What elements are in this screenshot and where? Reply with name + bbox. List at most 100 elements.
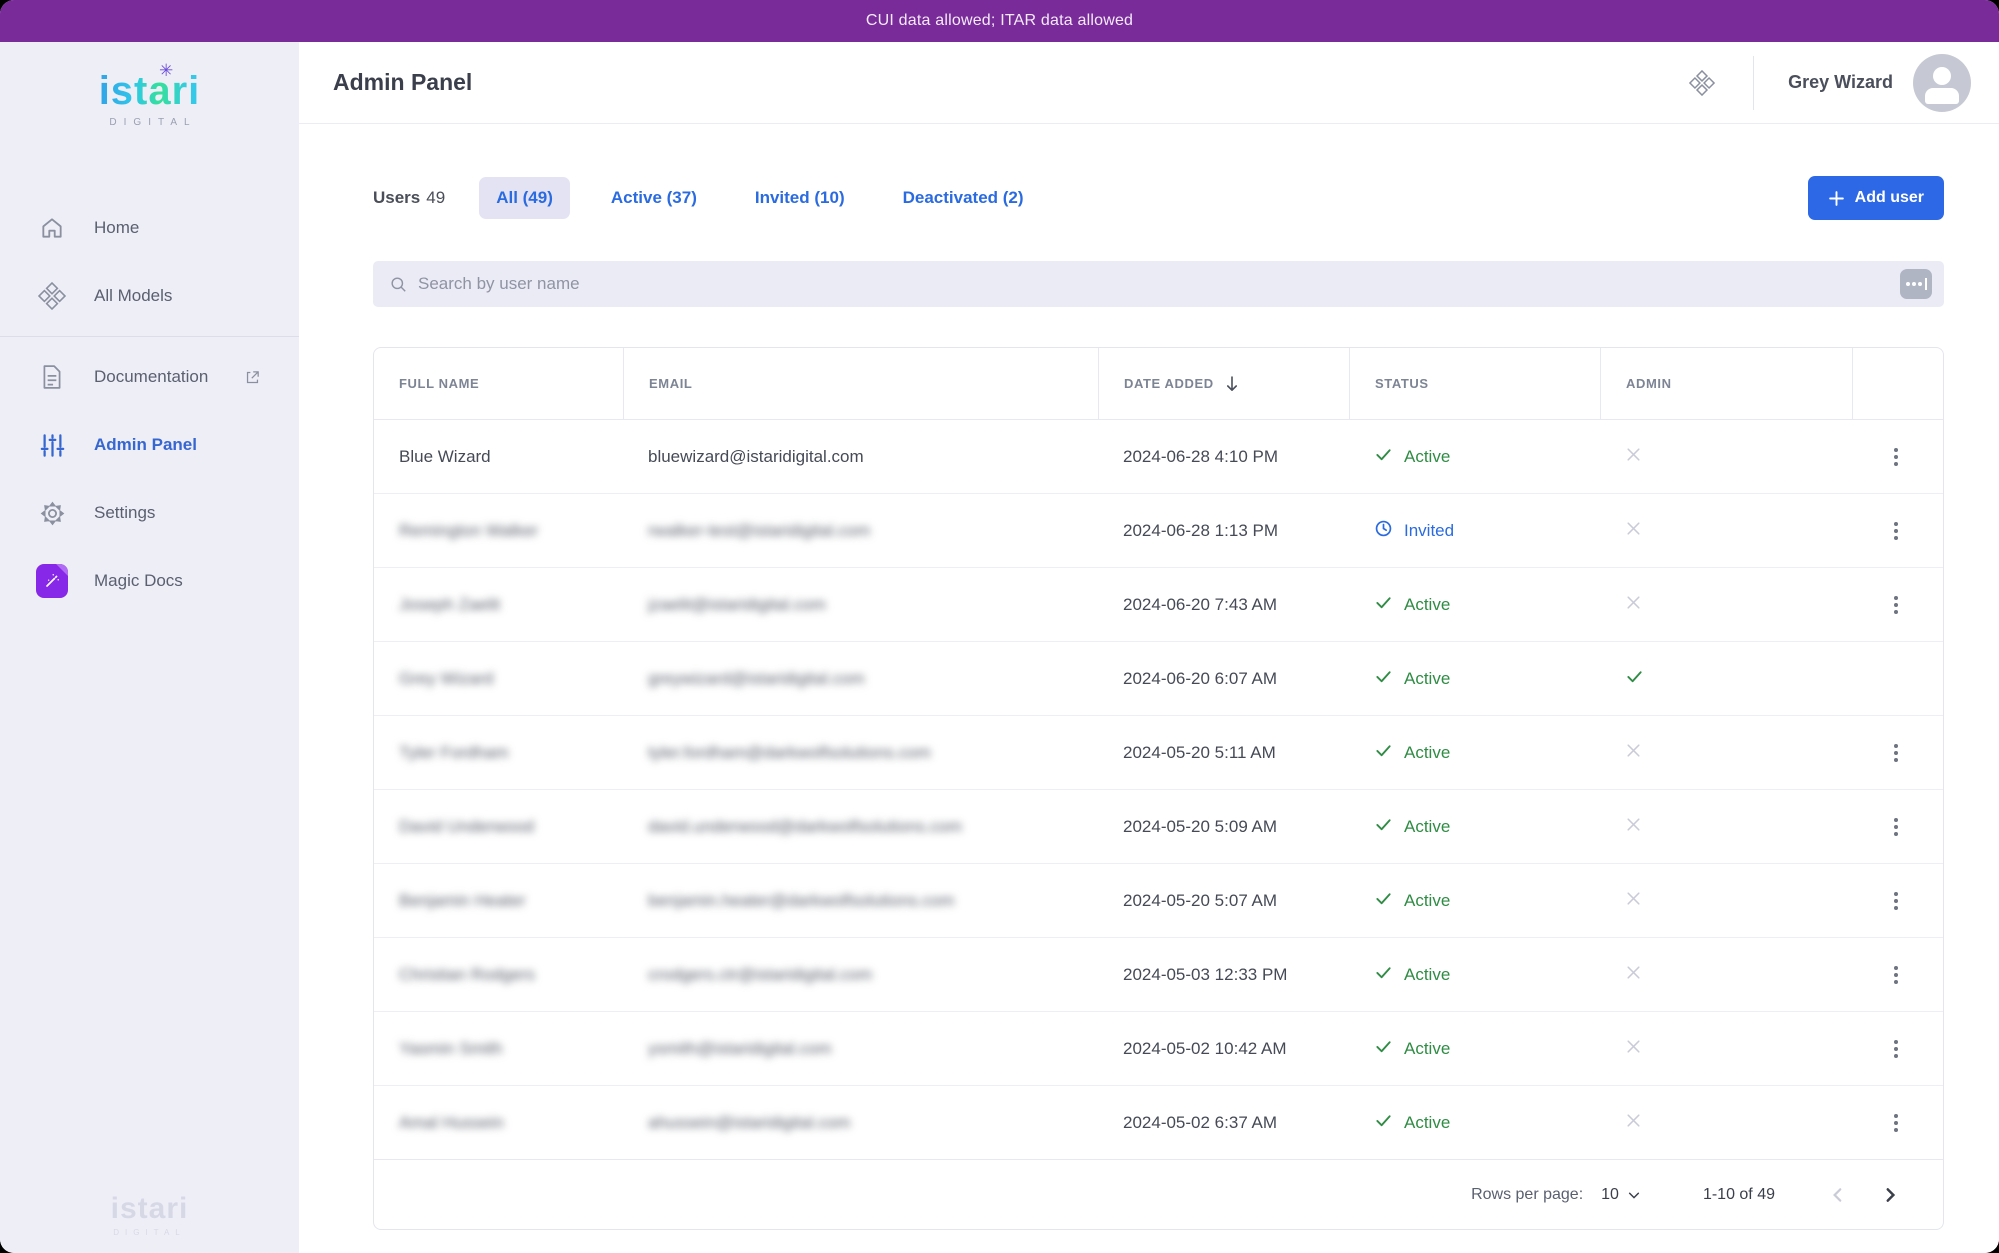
user-status: Active xyxy=(1404,817,1450,837)
sidebar-item-admin-panel[interactable]: Admin Panel xyxy=(0,411,299,479)
sidebar-item-label: Home xyxy=(94,218,139,238)
user-date-added: 2024-06-28 4:10 PM xyxy=(1123,447,1278,467)
app-switcher-button[interactable] xyxy=(1681,62,1723,104)
current-user-name: Grey Wizard xyxy=(1788,72,1893,93)
brand-logo: istari ✳ DIGITAL xyxy=(0,42,299,142)
brand-name: istari xyxy=(99,69,201,113)
tab-invited[interactable]: Invited (10) xyxy=(738,177,862,219)
user-email: rwalker-test@istaridigital.com xyxy=(648,521,870,541)
search-bar xyxy=(373,261,1944,307)
x-icon xyxy=(1625,742,1642,759)
table-row[interactable]: Christian Rodgers crodgers.ctr@istaridig… xyxy=(374,938,1943,1012)
user-date-added: 2024-06-28 1:13 PM xyxy=(1123,521,1278,541)
tab-all[interactable]: All (49) xyxy=(479,177,570,219)
table-row[interactable]: Remington Walker rwalker-test@istaridigi… xyxy=(374,494,1943,568)
sidebar-item-label: Admin Panel xyxy=(94,435,197,455)
user-email: ysmith@istaridigital.com xyxy=(648,1039,832,1059)
check-icon xyxy=(1374,741,1393,760)
user-email: crodgers.ctr@istaridigital.com xyxy=(648,965,872,985)
status-icon xyxy=(1374,593,1393,617)
row-menu-button[interactable] xyxy=(1886,1106,1906,1140)
status-icon xyxy=(1374,889,1393,913)
search-icon xyxy=(389,275,408,294)
previous-page-button[interactable] xyxy=(1823,1180,1853,1210)
status-icon xyxy=(1374,519,1393,543)
check-icon xyxy=(1374,445,1393,464)
sidebar-item-label: Documentation xyxy=(94,367,208,387)
row-menu-button[interactable] xyxy=(1886,736,1906,770)
user-status: Active xyxy=(1404,743,1450,763)
sidebar-item-magic-docs[interactable]: Magic Docs xyxy=(0,547,299,615)
check-icon xyxy=(1374,1037,1393,1056)
table-row[interactable]: Benjamin Heater benjamin.heater@darkwolf… xyxy=(374,864,1943,938)
users-total-label: Users49 xyxy=(373,188,445,208)
x-icon xyxy=(1625,964,1642,981)
sidebar-item-all-models[interactable]: All Models xyxy=(0,262,299,330)
plus-icon xyxy=(1828,190,1845,207)
user-status: Invited xyxy=(1404,521,1454,541)
table-row[interactable]: Joseph Zaelit jzaelit@istaridigital.com … xyxy=(374,568,1943,642)
check-icon xyxy=(1374,815,1393,834)
sidebar-item-home[interactable]: Home xyxy=(0,194,299,262)
sidebar-watermark-logo: istari DIGITAL xyxy=(0,1192,299,1237)
row-menu-button[interactable] xyxy=(1886,588,1906,622)
user-full-name: Blue Wizard xyxy=(399,447,491,467)
x-icon xyxy=(1625,816,1642,833)
all-models-icon xyxy=(36,280,68,312)
table-row[interactable]: David Underwood david.underwood@darkwolf… xyxy=(374,790,1943,864)
sidebar-item-settings[interactable]: Settings xyxy=(0,479,299,547)
user-avatar[interactable] xyxy=(1913,54,1971,112)
rows-per-page-select[interactable]: 10 xyxy=(1601,1186,1641,1204)
row-menu-button[interactable] xyxy=(1886,1032,1906,1066)
row-menu-button[interactable] xyxy=(1886,884,1906,918)
sidebar-item-label: Magic Docs xyxy=(94,571,183,591)
users-filter-bar: Users49 All (49) Active (37) Invited (10… xyxy=(373,176,1944,220)
input-cursor-icon[interactable] xyxy=(1900,269,1932,299)
user-status: Active xyxy=(1404,1113,1450,1133)
magic-docs-icon xyxy=(36,565,68,597)
classification-banner-text: CUI data allowed; ITAR data allowed xyxy=(866,12,1133,30)
table-row[interactable]: Amal Hussein ahussein@istaridigital.com … xyxy=(374,1086,1943,1160)
x-icon xyxy=(1625,520,1642,537)
user-full-name: Benjamin Heater xyxy=(399,891,526,911)
admin-indicator xyxy=(1625,446,1642,468)
user-email: greywizard@istaridigital.com xyxy=(648,669,865,689)
column-header-date-added: DATE ADDED xyxy=(1098,348,1349,420)
row-menu-button[interactable] xyxy=(1886,958,1906,992)
tab-deactivated[interactable]: Deactivated (2) xyxy=(886,177,1041,219)
tab-active[interactable]: Active (37) xyxy=(594,177,714,219)
table-row[interactable]: Tyler Fordham tyler.fordham@darkwolfsolu… xyxy=(374,716,1943,790)
sidebar-item-documentation[interactable]: Documentation xyxy=(0,343,299,411)
sort-descending-icon xyxy=(1224,375,1240,393)
user-date-added: 2024-05-02 10:42 AM xyxy=(1123,1039,1287,1059)
row-menu-button[interactable] xyxy=(1886,810,1906,844)
user-date-added: 2024-05-03 12:33 PM xyxy=(1123,965,1287,985)
status-icon xyxy=(1374,445,1393,469)
user-email: jzaelit@istaridigital.com xyxy=(648,595,826,615)
table-row[interactable]: Grey Wizard greywizard@istaridigital.com… xyxy=(374,642,1943,716)
status-icon xyxy=(1374,667,1393,691)
column-header-admin: ADMIN xyxy=(1600,348,1852,420)
row-menu-button[interactable] xyxy=(1886,514,1906,548)
search-input[interactable] xyxy=(418,274,1900,294)
classification-banner: CUI data allowed; ITAR data allowed xyxy=(0,0,1999,42)
user-full-name: Tyler Fordham xyxy=(399,743,509,763)
table-row[interactable]: Yasmin Smith ysmith@istaridigital.com 20… xyxy=(374,1012,1943,1086)
page-range-label: 1-10 of 49 xyxy=(1703,1186,1775,1204)
x-icon xyxy=(1625,1112,1642,1129)
brand-sparkle-icon: ✳ xyxy=(159,62,174,79)
user-status: Active xyxy=(1404,965,1450,985)
add-user-button[interactable]: Add user xyxy=(1808,176,1944,220)
user-email: bluewizard@istaridigital.com xyxy=(648,447,864,467)
next-page-button[interactable] xyxy=(1875,1180,1905,1210)
sidebar-item-label: Settings xyxy=(94,503,155,523)
status-icon xyxy=(1374,1037,1393,1061)
status-icon xyxy=(1374,815,1393,839)
check-icon xyxy=(1374,963,1393,982)
user-date-added: 2024-06-20 7:43 AM xyxy=(1123,595,1277,615)
clock-icon xyxy=(1374,519,1393,538)
row-menu-button[interactable] xyxy=(1886,440,1906,474)
page-title: Admin Panel xyxy=(333,69,472,96)
user-full-name: Remington Walker xyxy=(399,521,538,541)
table-row[interactable]: Blue Wizard bluewizard@istaridigital.com… xyxy=(374,420,1943,494)
